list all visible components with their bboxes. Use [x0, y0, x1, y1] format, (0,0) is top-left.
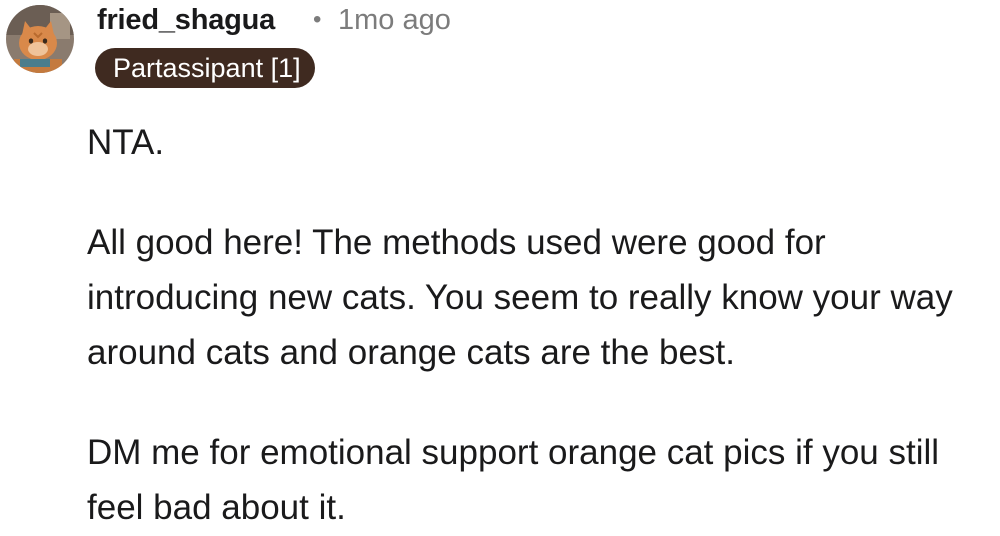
- comment-paragraph: DM me for emotional support orange cat p…: [87, 433, 940, 527]
- orange-cat-avatar-icon: [6, 5, 74, 73]
- meta-separator: •: [313, 6, 322, 33]
- comment-body: NTA. All good here! The methods used wer…: [87, 115, 992, 535]
- comment: fried_shagua • 1mo ago Partassipant [1] …: [0, 0, 1000, 536]
- comment-paragraph: NTA.: [87, 123, 165, 162]
- comment-author[interactable]: fried_shagua: [97, 4, 275, 37]
- comment-timestamp[interactable]: 1mo ago: [338, 4, 451, 37]
- user-flair-badge: Partassipant [1]: [95, 48, 315, 88]
- comment-paragraph: All good here! The methods used were goo…: [87, 223, 953, 372]
- avatar[interactable]: [6, 5, 74, 73]
